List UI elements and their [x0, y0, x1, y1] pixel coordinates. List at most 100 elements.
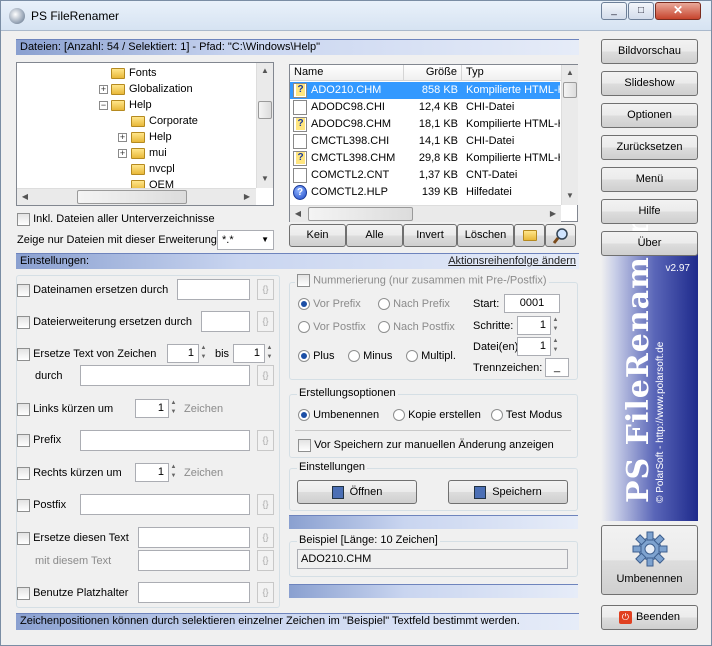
radio[interactable]	[406, 350, 418, 363]
radio[interactable]	[491, 409, 503, 422]
expand-icon[interactable]: +	[99, 85, 108, 94]
extension-filter-select[interactable]: *.* ▼	[217, 230, 274, 250]
rename-button[interactable]: Umbenennen	[601, 525, 698, 595]
column-header-size[interactable]: Größe	[404, 65, 462, 81]
multiply-radio[interactable]: Multipl.	[406, 349, 456, 363]
file-row[interactable]: ADODC98.CHI 12,4 KB CHI-Datei	[290, 99, 560, 116]
nach-postfix-radio[interactable]: Nach Postfix	[378, 320, 455, 334]
rename-radio[interactable]: Umbenennen	[298, 408, 379, 422]
test-mode-radio[interactable]: Test Modus	[491, 408, 562, 422]
trim-right-option[interactable]: Rechts kürzen um	[17, 466, 122, 480]
preview-button[interactable]: Bildvorschau	[601, 39, 698, 64]
column-header-type[interactable]: Typ	[462, 65, 562, 81]
menu-button[interactable]: Menü	[601, 167, 698, 192]
maximize-button[interactable]: □	[628, 2, 654, 20]
trim-left-option[interactable]: Links kürzen um	[17, 402, 113, 416]
checkbox[interactable]	[17, 498, 30, 512]
minimize-button[interactable]: _	[601, 2, 627, 20]
checkbox[interactable]	[17, 212, 30, 226]
radio[interactable]	[298, 409, 310, 422]
replace-text-input[interactable]	[138, 527, 250, 548]
replace-ext-input[interactable]	[201, 311, 250, 332]
scroll-left-icon[interactable]: ◀	[290, 206, 306, 222]
copy-radio[interactable]: Kopie erstellen	[393, 408, 481, 422]
placeholder-button[interactable]: {}	[257, 582, 274, 603]
nach-prefix-radio[interactable]: Nach Prefix	[378, 297, 450, 311]
close-button[interactable]: ✕	[655, 2, 701, 20]
tree-item[interactable]: mui	[131, 145, 167, 161]
folder-tree[interactable]: Fonts + Globalization − Help Corporate +…	[16, 62, 274, 206]
list-hscroll[interactable]: ◀ ▶	[290, 205, 561, 222]
placeholder-input[interactable]	[138, 582, 250, 603]
file-list[interactable]: Name Größe Typ ADO210.CHM 858 KB Kompilier…	[289, 64, 578, 222]
vor-prefix-radio[interactable]: Vor Prefix	[298, 297, 361, 311]
expand-icon[interactable]: +	[118, 133, 127, 142]
radio[interactable]	[298, 321, 310, 334]
scroll-thumb[interactable]	[563, 82, 577, 98]
tree-item[interactable]: Globalization	[111, 81, 193, 97]
radio[interactable]	[298, 298, 310, 311]
start-input[interactable]: 0001	[504, 294, 560, 313]
radio[interactable]	[378, 298, 390, 311]
trim-left-spinner[interactable]: 1	[135, 399, 169, 418]
replace-names-input[interactable]	[177, 279, 250, 300]
placeholder-button[interactable]: {}	[257, 365, 274, 386]
file-row[interactable]: ADO210.CHM 858 KB Kompilierte HTML-H	[290, 82, 560, 99]
save-settings-button[interactable]: Speichern	[448, 480, 568, 504]
open-settings-button[interactable]: Öffnen	[297, 480, 417, 504]
prefix-option[interactable]: Prefix	[17, 433, 61, 447]
to-char-spinner[interactable]: 1	[233, 344, 265, 363]
checkbox[interactable]	[17, 283, 30, 297]
steps-spinner[interactable]: 1	[517, 316, 551, 335]
placeholder-button[interactable]: {}	[257, 430, 274, 451]
from-char-spinner[interactable]: 1	[167, 344, 199, 363]
postfix-option[interactable]: Postfix	[17, 498, 66, 512]
scroll-right-icon[interactable]: ▶	[545, 206, 561, 222]
files-count-spinner[interactable]: 1	[517, 337, 551, 356]
checkbox[interactable]	[17, 433, 30, 447]
file-row[interactable]: COMCTL2.CNT 1,37 KB CNT-Datei	[290, 167, 560, 184]
select-none-button[interactable]: Kein	[289, 224, 346, 247]
numbering-option[interactable]: Nummerierung (nur zusammen mit Pre-/Post…	[295, 274, 549, 287]
slideshow-button[interactable]: Slideshow	[601, 71, 698, 96]
replace-range-input[interactable]	[80, 365, 250, 386]
scroll-down-icon[interactable]: ▼	[257, 171, 273, 187]
vor-postfix-radio[interactable]: Vor Postfix	[298, 320, 366, 334]
checkbox[interactable]	[298, 438, 311, 452]
scroll-left-icon[interactable]: ◀	[17, 189, 33, 205]
scroll-thumb[interactable]	[258, 101, 272, 119]
radio[interactable]	[348, 350, 360, 363]
column-header-name[interactable]: Name	[290, 65, 404, 81]
checkbox[interactable]	[17, 402, 30, 416]
trim-right-spinner[interactable]: 1	[135, 463, 169, 482]
about-button[interactable]: Über	[601, 231, 698, 256]
postfix-input[interactable]	[80, 494, 250, 515]
checkbox[interactable]	[17, 531, 30, 545]
spinner-arrows-icon[interactable]: ▲ ▼	[199, 344, 208, 363]
radio[interactable]	[393, 409, 405, 422]
example-textfield[interactable]: ADO210.CHM	[297, 549, 568, 569]
list-vscroll[interactable]: ▲ ▼	[561, 65, 578, 205]
include-subdirs-checkbox[interactable]: Inkl. Dateien aller Unterverzeichnisse	[17, 212, 215, 226]
spinner-arrows-icon[interactable]: ▲ ▼	[265, 344, 274, 363]
search-button[interactable]	[545, 224, 576, 247]
open-folder-button[interactable]	[514, 224, 545, 247]
scroll-up-icon[interactable]: ▲	[562, 65, 578, 81]
invert-selection-button[interactable]: Invert	[403, 224, 457, 247]
replace-ext-option[interactable]: Dateierweiterung ersetzen durch	[17, 315, 192, 329]
placeholder-button[interactable]: {}	[257, 527, 274, 548]
scroll-right-icon[interactable]: ▶	[239, 189, 255, 205]
scroll-thumb[interactable]	[308, 207, 413, 221]
replace-names-option[interactable]: Dateinamen ersetzen durch	[17, 283, 168, 297]
scroll-down-icon[interactable]: ▼	[562, 188, 578, 204]
file-row[interactable]: CMCTL398.CHM 29,8 KB Kompilierte HTML-H	[290, 150, 560, 167]
placeholder-button[interactable]: {}	[257, 311, 274, 332]
file-row[interactable]: ? COMCTL2.HLP 139 KB Hilfedatei	[290, 184, 560, 201]
use-placeholder-option[interactable]: Benutze Platzhalter	[17, 586, 128, 600]
checkbox[interactable]	[297, 274, 310, 287]
tree-item[interactable]: nvcpl	[131, 161, 175, 177]
options-button[interactable]: Optionen	[601, 103, 698, 128]
collapse-icon[interactable]: −	[99, 101, 108, 110]
placeholder-button[interactable]: {}	[257, 494, 274, 515]
reset-button[interactable]: Zurücksetzen	[601, 135, 698, 160]
